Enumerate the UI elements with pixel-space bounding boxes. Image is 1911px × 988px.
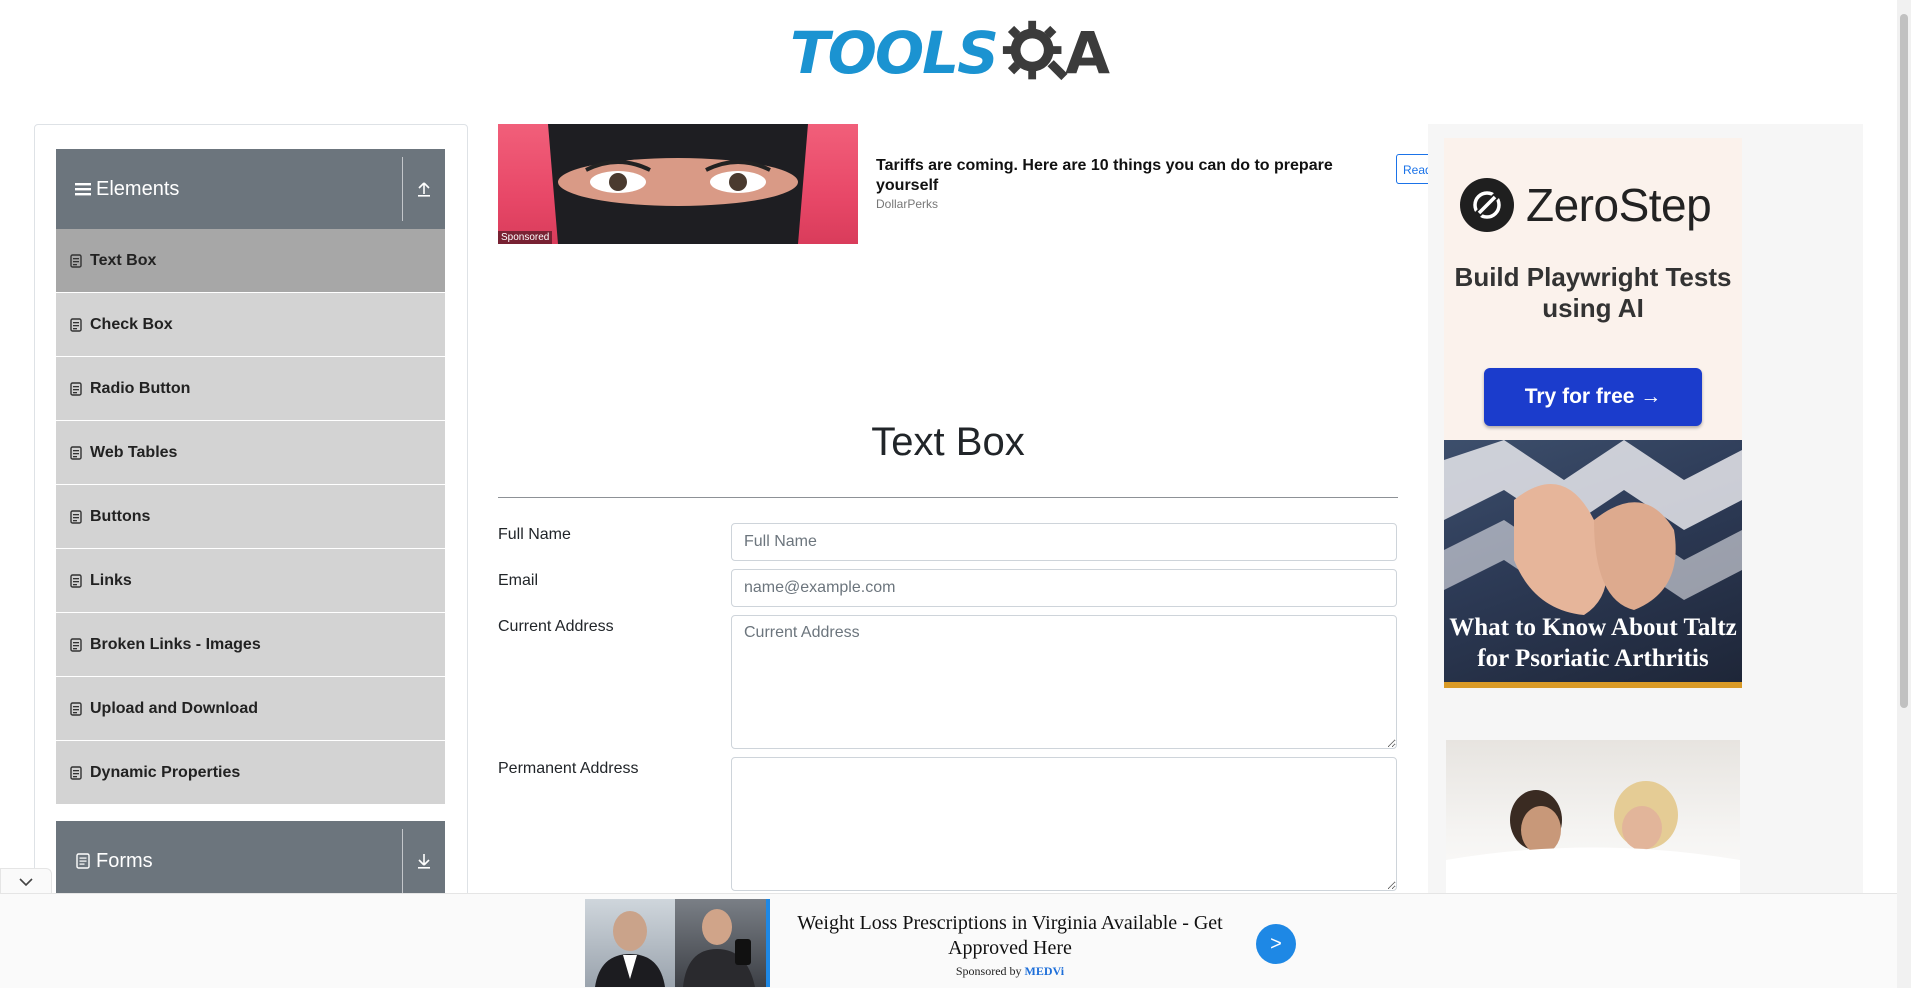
document-icon <box>70 765 82 780</box>
magnifier-gear-icon <box>1002 20 1068 81</box>
menu-item-text-box[interactable]: Text Box <box>56 229 445 293</box>
group-header-elements[interactable]: Elements <box>56 149 445 229</box>
taltz-ad[interactable]: What to Know About Taltz for Psoriatic A… <box>1444 440 1742 688</box>
ad-accent-bar <box>766 899 770 987</box>
full-name-label: Full Name <box>498 526 571 543</box>
menu-item-broken-links[interactable]: Broken Links - Images <box>56 613 445 677</box>
email-label: Email <box>498 572 539 589</box>
menu-item-label: Broken Links - Images <box>90 635 261 653</box>
toolsqa-logo[interactable]: TOOLS A <box>790 16 1110 90</box>
bottom-ad-go-button[interactable]: > <box>1256 924 1296 964</box>
group-header-forms[interactable]: Forms <box>56 821 445 901</box>
document-icon <box>70 317 82 332</box>
menu-item-label: Web Tables <box>90 443 178 461</box>
top-ad-banner[interactable]: Sponsored Tariffs are coming. Here are 1… <box>498 124 1436 244</box>
menu-item-radio-button[interactable]: Radio Button <box>56 357 445 421</box>
full-name-input[interactable] <box>731 523 1397 561</box>
ad-photo-man-suit <box>585 899 675 987</box>
zerostep-mark-icon <box>1460 178 1514 232</box>
taltz-headline: What to Know About Taltz for Psoriatic A… <box>1449 614 1737 672</box>
current-address-label: Current Address <box>498 618 614 635</box>
bottom-ad-banner[interactable]: Weight Loss Prescriptions in Virginia Av… <box>0 893 1897 988</box>
header-divider <box>402 157 403 221</box>
menu-item-upload-download[interactable]: Upload and Download <box>56 677 445 741</box>
bottom-ad-headline[interactable]: Weight Loss Prescriptions in Virginia Av… <box>790 911 1230 961</box>
menu-item-label: Radio Button <box>90 379 191 397</box>
current-address-textarea[interactable] <box>731 615 1397 749</box>
zerostep-logo: ZeroStep <box>1460 178 1712 232</box>
menu-item-check-box[interactable]: Check Box <box>56 293 445 357</box>
upload-arrow-icon[interactable] <box>411 149 437 229</box>
download-arrow-icon[interactable] <box>411 821 437 901</box>
page-title: Text Box <box>871 420 1025 464</box>
collapse-ad-toggle[interactable] <box>0 868 52 894</box>
try-for-free-button[interactable]: Try for free → <box>1484 368 1702 426</box>
ad-photo-man-gym <box>675 899 766 987</box>
right-ad-column: ZeroStep Build Playwright Tests using AI… <box>1428 124 1863 924</box>
ad-image: Sponsored <box>498 124 858 244</box>
page: TOOLS A Elements Text Box Check Box Radi… <box>0 0 1911 988</box>
left-sidebar: Elements Text Box Check Box Radio Button… <box>34 124 468 988</box>
document-icon <box>70 701 82 716</box>
menu-item-web-tables[interactable]: Web Tables <box>56 421 445 485</box>
ad-source: DollarPerks <box>876 197 939 211</box>
title-divider <box>498 497 1398 498</box>
menu-item-label: Dynamic Properties <box>90 763 241 781</box>
menu-item-label: Links <box>90 571 132 589</box>
document-icon <box>70 381 82 396</box>
document-icon <box>70 573 82 588</box>
zerostep-ad[interactable]: ZeroStep Build Playwright Tests using AI… <box>1444 138 1742 440</box>
sponsor-name: MEDVi <box>1024 964 1065 978</box>
menu-item-label: Check Box <box>90 315 173 333</box>
permanent-address-label: Permanent Address <box>498 760 639 777</box>
permanent-address-textarea[interactable] <box>731 757 1397 891</box>
page-scrollbar[interactable] <box>1897 0 1911 988</box>
menu-item-label: Upload and Download <box>90 699 258 717</box>
logo-text-tools: TOOLS <box>790 19 999 87</box>
sponsored-by-prefix: Sponsored by <box>955 964 1022 978</box>
menu-item-buttons[interactable]: Buttons <box>56 485 445 549</box>
hamburger-icon <box>74 180 92 198</box>
document-icon <box>70 637 82 652</box>
zerostep-tagline: Build Playwright Tests using AI <box>1454 262 1732 323</box>
scrollbar-thumb[interactable] <box>1900 14 1908 708</box>
document-icon <box>70 253 82 268</box>
zerostep-brand: ZeroStep <box>1526 179 1712 231</box>
document-icon <box>70 509 82 524</box>
header-divider <box>402 829 403 893</box>
logo-text-a: A <box>1065 19 1110 87</box>
document-icon <box>70 445 82 460</box>
group-title-forms: Forms <box>96 849 153 872</box>
sponsored-label: Sponsored <box>498 231 553 244</box>
chevron-down-icon <box>19 877 33 886</box>
menu-item-label: Buttons <box>90 507 151 525</box>
email-input[interactable] <box>731 569 1397 607</box>
document-icon <box>74 852 92 870</box>
group-title-elements: Elements <box>96 177 180 200</box>
menu-item-label: Text Box <box>90 251 157 269</box>
menu-item-dynamic-properties[interactable]: Dynamic Properties <box>56 741 445 805</box>
bottom-ad-sponsor: Sponsored by MEDVi <box>790 964 1230 979</box>
menu-item-links[interactable]: Links <box>56 549 445 613</box>
elements-menu: Text Box Check Box Radio Button Web Tabl… <box>56 229 445 805</box>
ad-headline[interactable]: Tariffs are coming. Here are 10 things y… <box>876 156 1376 196</box>
